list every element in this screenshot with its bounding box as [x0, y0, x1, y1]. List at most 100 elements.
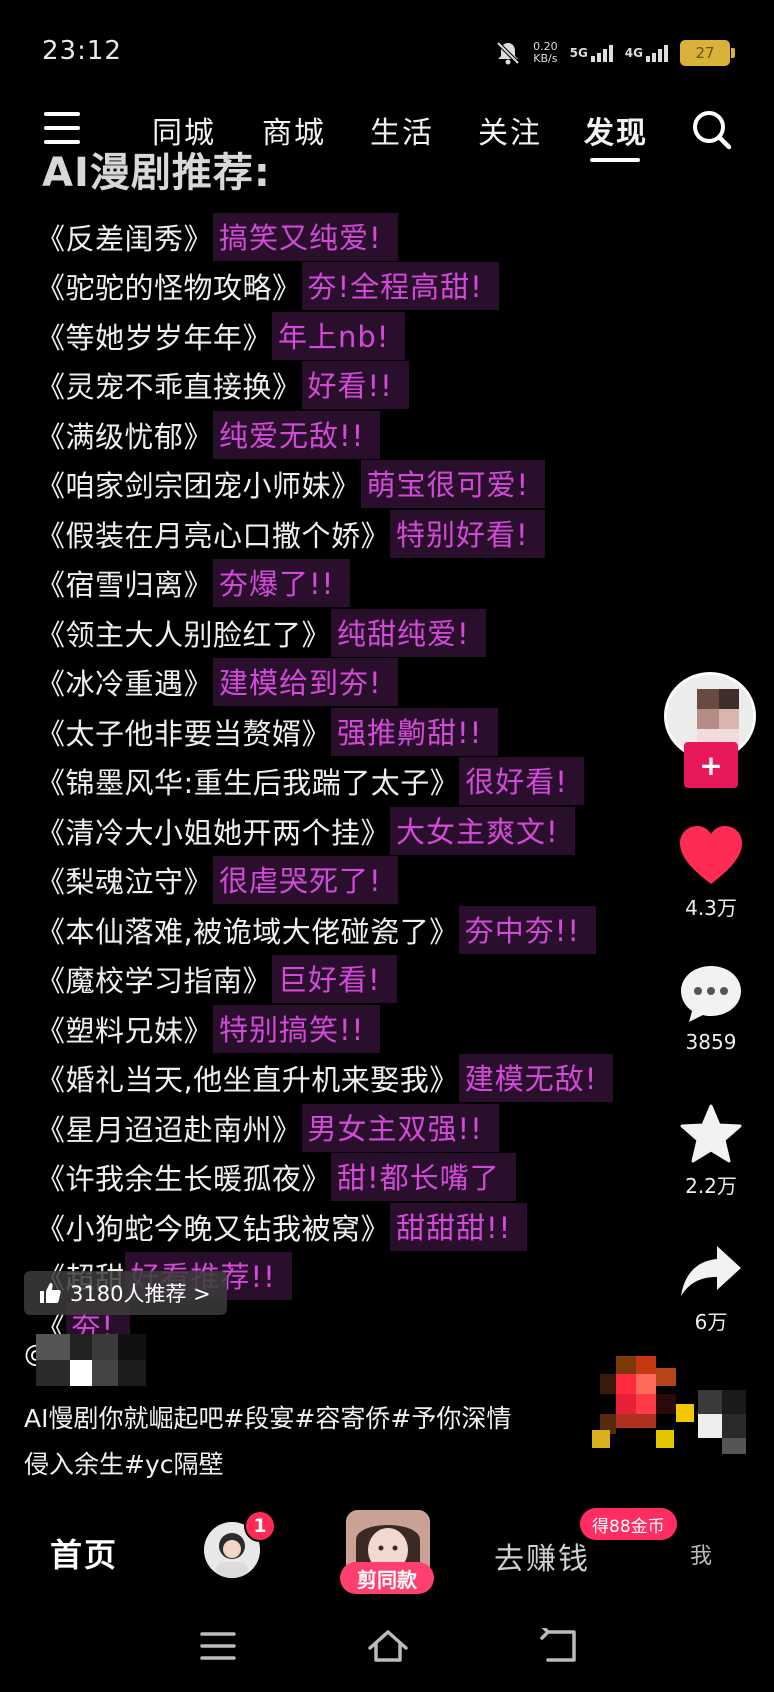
- drama-title: 《咱家剑宗团宠小师妹》: [36, 469, 361, 504]
- drama-comment: 纯甜纯爱!: [331, 608, 486, 657]
- drama-comment: 男女主双强!!: [301, 1103, 499, 1152]
- search-icon[interactable]: [690, 108, 732, 150]
- drama-comment: 夯爆了!!: [213, 559, 351, 608]
- drama-comment: 很好看!: [459, 757, 584, 806]
- recommendation-item: 《星月迢迢赴南州》 男女主双强!!: [36, 1103, 736, 1153]
- top-nav: 同城 商城 生活 关注 发现: [0, 100, 774, 170]
- video-caption[interactable]: AI慢剧你就崛起吧#段宴#容寄侨#予你深情侵入余生#yc隔壁: [24, 1396, 524, 1488]
- nav-me[interactable]: 我: [690, 1538, 712, 1570]
- like-button[interactable]: 4.3万: [670, 826, 752, 921]
- active-tab-indicator: [590, 158, 640, 162]
- recommendation-item: 《满级忧郁》 纯爱无敌!!: [36, 410, 736, 460]
- signal-5g-icon: 5G: [570, 44, 613, 62]
- recommendation-item: 《咱家剑宗团宠小师妹》 萌宝很可爱!: [36, 460, 736, 510]
- menu-icon[interactable]: [44, 112, 80, 144]
- drama-comment: 萌宝很可爱!: [360, 460, 546, 509]
- recommendation-item: 《梨魂泣守》 很虐哭死了!: [36, 856, 736, 906]
- nav-create-button[interactable]: 剪同款: [340, 1562, 434, 1594]
- share-button[interactable]: 6万: [670, 1244, 752, 1335]
- like-count: 4.3万: [685, 896, 737, 920]
- bell-muted-icon: [496, 41, 520, 65]
- tab-life[interactable]: 生活: [370, 108, 434, 152]
- drama-title: 《星月迢迢赴南州》: [36, 1112, 302, 1147]
- recommend-chip[interactable]: 3180人推荐 >: [24, 1271, 227, 1315]
- recommendation-item: 《许我余生长暖孤夜》 甜!都长嘴了: [36, 1153, 736, 1203]
- drama-title: 《小狗蛇今晚又钻我被窝》: [36, 1211, 391, 1246]
- recommendation-item: 《冰冷重遇》 建模给到夯!: [36, 658, 736, 708]
- comment-button[interactable]: 3859: [670, 964, 752, 1054]
- coin-reward-badge: 得88金币: [580, 1508, 677, 1540]
- tab-following[interactable]: 关注: [478, 108, 542, 152]
- drama-title: 《灵宠不乖直接换》: [36, 370, 302, 405]
- drama-comment: 大女主爽文!: [390, 806, 575, 855]
- net-speed: 0.20 KB/s: [533, 40, 558, 65]
- drama-comment: 建模无敌!: [458, 1054, 614, 1103]
- status-icons: 0.20 KB/s 5G 4G 27: [495, 38, 735, 68]
- drama-comment: 甜!都长嘴了: [331, 1153, 516, 1202]
- recommendation-item: 《小狗蛇今晚又钻我被窝》 甜甜甜!!: [36, 1202, 736, 1252]
- drama-comment: 很虐哭死了!: [213, 856, 398, 905]
- recent-apps-icon[interactable]: [196, 1628, 240, 1664]
- star-icon: [680, 1104, 742, 1163]
- recommendation-item: 《锦墨风华:重生后我踹了太子》 很好看!: [36, 757, 736, 807]
- follow-button[interactable]: +: [684, 742, 738, 788]
- drama-title: 《假装在月亮心口撒个娇》: [36, 518, 391, 553]
- drama-title: 《梨魂泣守》: [36, 865, 214, 900]
- drama-title: 《宿雪归离》: [36, 568, 214, 603]
- recommendation-item: 《反差闺秀》 搞笑又纯爱!: [36, 212, 736, 262]
- drama-title: 《塑料兄妹》: [36, 1013, 214, 1048]
- tab-mall[interactable]: 商城: [262, 108, 326, 152]
- drama-title: 《魔校学习指南》: [36, 964, 273, 999]
- comment-bubble-icon: [681, 966, 741, 1022]
- favorite-count: 2.2万: [685, 1174, 737, 1198]
- drama-comment: 特别搞笑!!: [213, 1004, 381, 1053]
- nav-home[interactable]: 首页: [50, 1530, 118, 1576]
- tab-discover[interactable]: 发现: [584, 108, 648, 152]
- drama-title: 《许我余生长暖孤夜》: [36, 1162, 332, 1197]
- drama-title: 《太子他非要当赘婿》: [36, 716, 332, 751]
- recommendation-item: 《驼驼的怪物攻略》 夯!全程高甜!: [36, 262, 736, 312]
- drama-title: 《满级忧郁》: [36, 419, 214, 454]
- favorite-button[interactable]: 2.2万: [670, 1104, 752, 1199]
- nav-earn[interactable]: 去赚钱: [494, 1534, 590, 1578]
- drama-comment: 年上nb!: [272, 311, 406, 360]
- drama-comment: 强推齁甜!!: [331, 707, 499, 756]
- drama-comment: 夯中夯!!: [458, 905, 596, 954]
- tab-nearby[interactable]: 同城: [152, 108, 216, 152]
- recommendation-item: 《灵宠不乖直接换》 好看!!: [36, 361, 736, 411]
- drama-title: 《驼驼的怪物攻略》: [36, 271, 302, 306]
- share-arrow-icon: [681, 1246, 741, 1296]
- recommendation-item: 《婚礼当天,他坐直升机来娶我》 建模无敌!: [36, 1054, 736, 1104]
- recommendation-item: 《领主大人别脸红了》 纯甜纯爱!: [36, 608, 736, 658]
- notification-badge: 1: [244, 1510, 276, 1542]
- recommendation-item: 《假装在月亮心口撒个娇》 特别好看!: [36, 509, 736, 559]
- recommendation-item: 《本仙落难,被诡域大佬碰瓷了》 夯中夯!!: [36, 905, 736, 955]
- drama-title: 《锦墨风华:重生后我踹了太子》: [36, 766, 460, 801]
- music-disc-icon[interactable]: [572, 1350, 762, 1460]
- drama-comment: 纯爱无敌!!: [213, 410, 381, 459]
- drama-title: 《清冷大小姐她开两个挂》: [36, 815, 391, 850]
- battery-icon: 27: [680, 40, 735, 66]
- drama-comment: 搞笑又纯爱!: [213, 212, 398, 261]
- bottom-nav: 首页 1 剪同款 去赚钱 得88金币 我: [0, 1500, 774, 1596]
- drama-comment: 甜甜甜!!: [390, 1202, 528, 1251]
- thumbs-up-icon: [40, 1283, 61, 1303]
- recommend-count: 3180人推荐 >: [70, 1282, 211, 1306]
- recommendation-item: 《清冷大小姐她开两个挂》 大女主爽文!: [36, 806, 736, 856]
- recommendation-item: 《太子他非要当赘婿》 强推齁甜!!: [36, 707, 736, 757]
- drama-comment: 建模给到夯!: [213, 658, 398, 707]
- back-icon[interactable]: [538, 1628, 582, 1664]
- status-bar: 23:12 0.20 KB/s 5G 4G 27: [0, 0, 774, 100]
- drama-title: 《冰冷重遇》: [36, 667, 214, 702]
- share-count: 6万: [694, 1310, 728, 1334]
- recommendation-list: 《反差闺秀》 搞笑又纯爱! 《驼驼的怪物攻略》 夯!全程高甜! 《等她岁岁年年》 年上nb…: [36, 212, 736, 1351]
- signal-4g-icon: 4G: [625, 44, 668, 62]
- drama-title: 《婚礼当天,他坐直升机来娶我》: [36, 1063, 459, 1098]
- recommendation-item: 《宿雪归离》 夯爆了!!: [36, 559, 736, 609]
- drama-title: 《等她岁岁年年》: [36, 320, 273, 355]
- home-icon[interactable]: [366, 1628, 410, 1664]
- drama-comment: 夯!全程高甜!: [301, 262, 499, 311]
- recommendation-item: 《魔校学习指南》 巨好看!: [36, 955, 736, 1005]
- author-name-mosaic[interactable]: [36, 1334, 146, 1386]
- drama-comment: 特别好看!: [390, 509, 545, 558]
